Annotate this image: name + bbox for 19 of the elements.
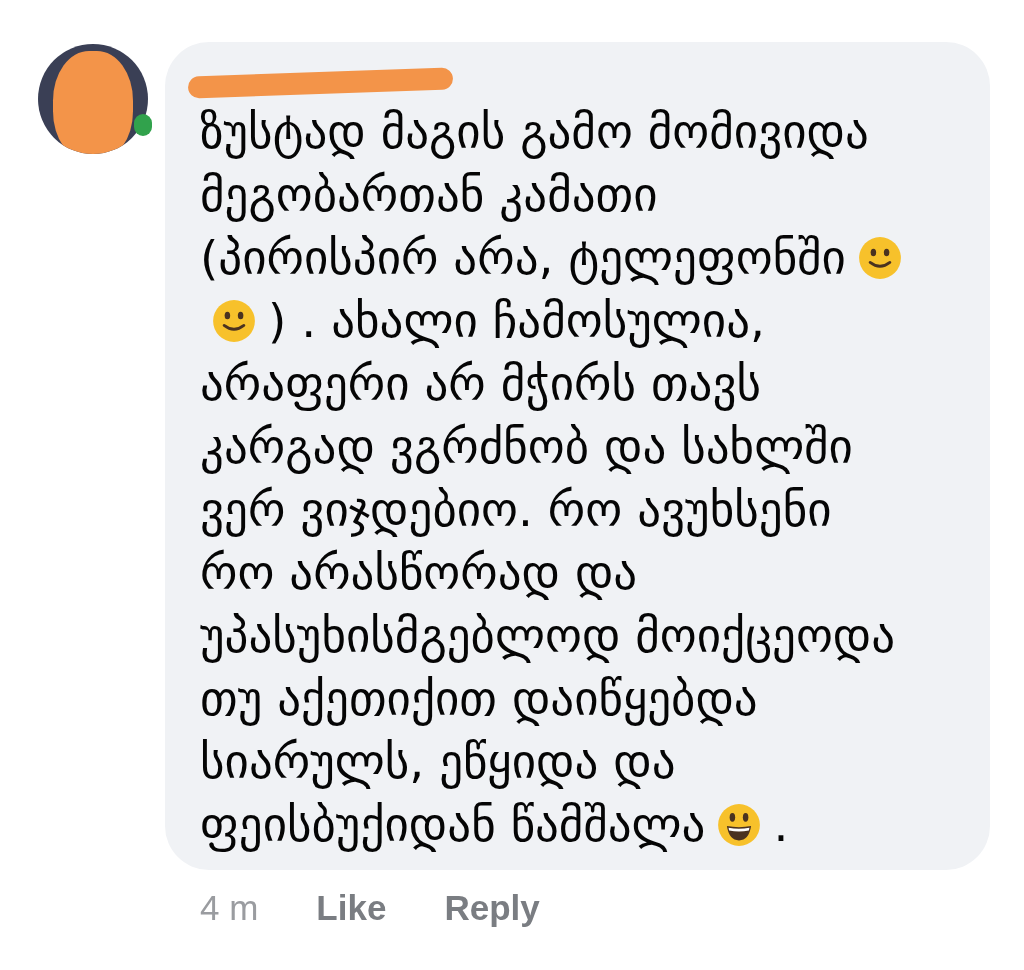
comment-text: (პირისპირ არა, ტელეფონში [200,231,846,284]
comment-text: უპასუხისმგებლოდ მოიქცეოდა [200,609,896,662]
comment-text: სიარულს, ეწყიდა და [200,735,676,788]
comment-action-link[interactable]: Like [316,882,387,935]
comment-text: ვერ ვიჯდებიო. რო ავუხსენი [200,483,832,536]
comment-text: რო არასწორად და [200,546,638,599]
comment-action-link[interactable]: Reply [444,882,540,935]
comment-text: კარგად ვგრძნობ და სახლში [200,420,853,473]
comment-text: ) . ახალი ჩამოსულია, [268,294,765,347]
comment-text: თუ აქეთიქით დაიწყებდა [200,672,758,725]
comment-time: 4 m [200,887,259,929]
smiling-face-icon [212,298,256,343]
smiling-face-icon [857,235,902,280]
comment-text: . [773,798,789,851]
comment-text: მეგობართან კამათი [200,168,658,221]
comment-text: არაფერი არ მჭირს თავს [200,357,762,410]
grinning-face-icon [717,802,762,847]
comment-text: ზუსტად მაგის გამო მომივიდა [200,105,869,158]
comment-text: ფეისბუქიდან წამშალა [200,798,706,851]
